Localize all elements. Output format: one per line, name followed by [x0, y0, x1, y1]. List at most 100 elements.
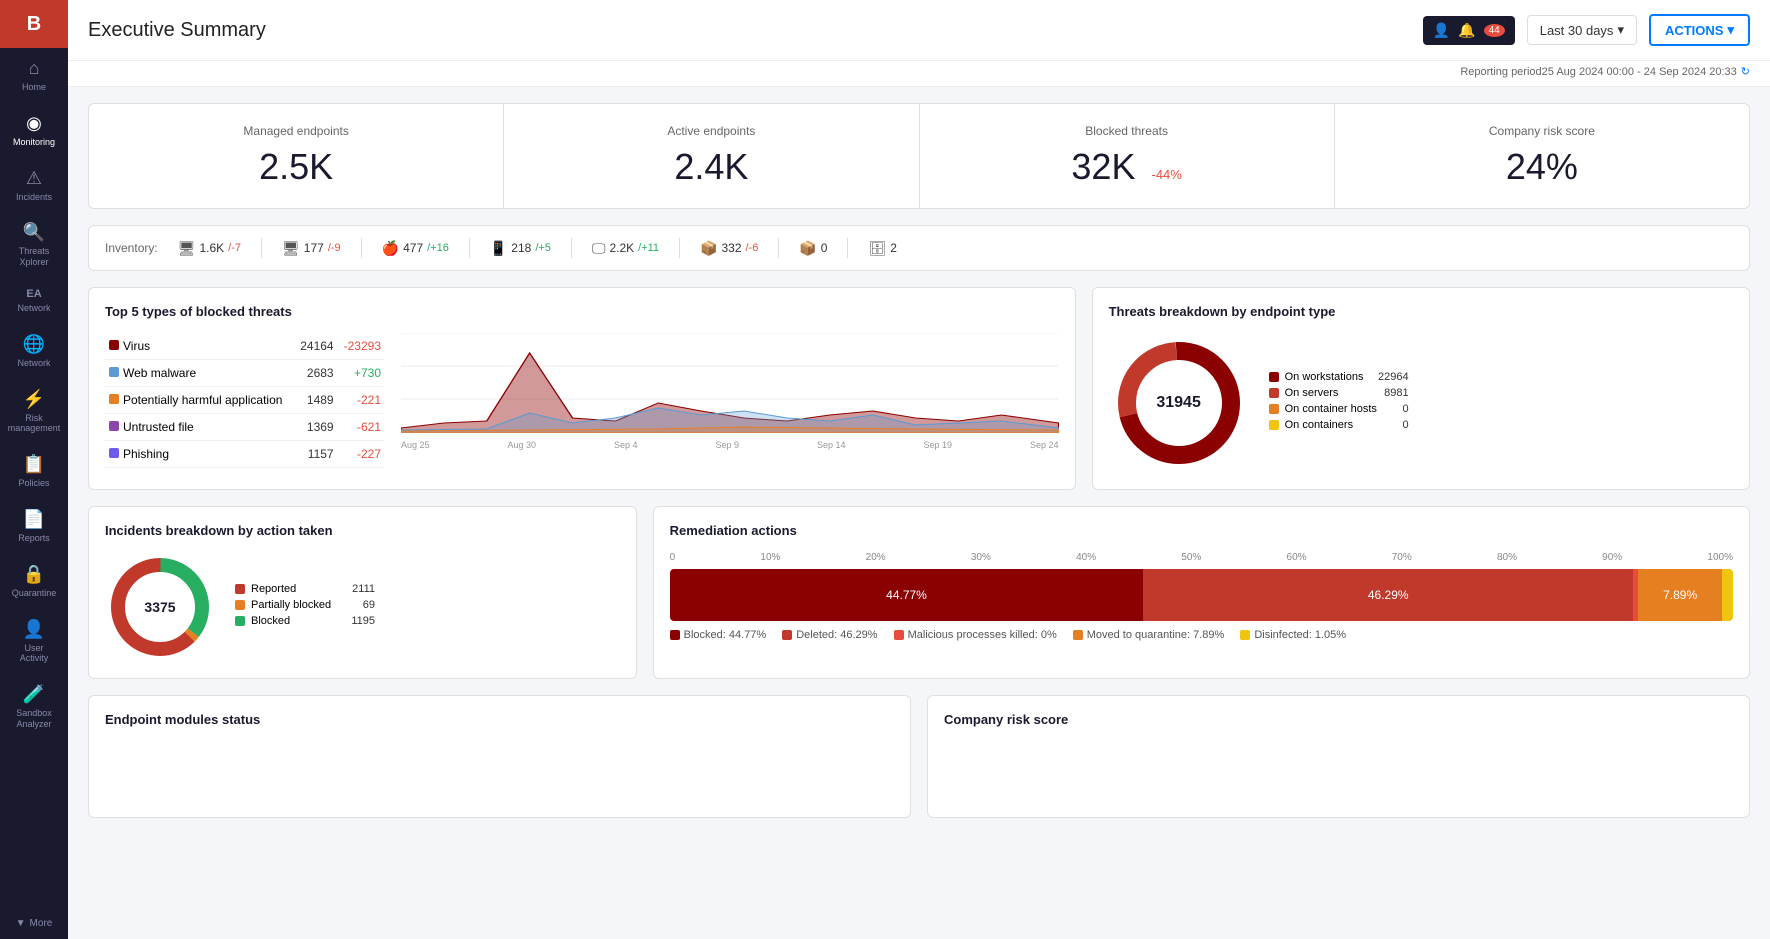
legend-value: 0: [1402, 403, 1408, 415]
legend-left: Reported: [235, 583, 296, 595]
table-row: Potentially harmful application 1489 -22…: [105, 387, 385, 414]
donut-chart: 31945: [1109, 333, 1249, 473]
threat-count: 1489: [294, 387, 337, 414]
sidebar-item-user-activity[interactable]: 👤 UserActivity: [0, 609, 68, 675]
divider: [469, 238, 470, 258]
inv-change: /+16: [427, 242, 449, 254]
sidebar-item-threats-xplorer[interactable]: 🔍 ThreatsXplorer: [0, 212, 68, 278]
color-swatch: [109, 340, 119, 350]
actions-button[interactable]: ACTIONS ▾: [1649, 14, 1750, 46]
sidebar-item-monitoring[interactable]: ◉ Monitoring: [0, 103, 68, 158]
inv-value: 2.2K: [609, 241, 634, 255]
table-row: Untrusted file 1369 -621: [105, 414, 385, 441]
threat-name: Untrusted file: [123, 420, 194, 434]
inv-item-mac: 🍎 477 /+16: [382, 240, 449, 257]
inv-value: 332: [721, 241, 741, 255]
sidebar-item-label: Incidents: [16, 192, 52, 203]
stat-badge: -44%: [1151, 167, 1181, 182]
reporting-period-label: Reporting period: [1460, 66, 1541, 78]
stat-value: 24%: [1355, 146, 1729, 188]
threat-name: Potentially harmful application: [123, 393, 282, 407]
bell-icon[interactable]: 🔔: [1458, 22, 1475, 39]
threats-icon: 🔍: [23, 222, 45, 243]
sidebar-item-label: Network: [17, 358, 50, 369]
page-title: Executive Summary: [88, 19, 266, 42]
inv-item-server: 🖥 177 /-9: [282, 240, 341, 257]
panel-title: Endpoint modules status: [105, 712, 894, 727]
threat-count: 24164: [294, 333, 337, 360]
axis-tick: 50%: [1181, 552, 1201, 563]
legend-label: Deleted: 46.29%: [796, 629, 877, 641]
inv-change: /-6: [746, 242, 759, 254]
color-swatch: [109, 394, 119, 404]
header-icons: 👤 🔔 44: [1423, 16, 1515, 45]
company-risk-content: [944, 741, 1733, 801]
more-button[interactable]: ▼ More: [0, 908, 68, 939]
table-row: Virus 24164 -23293: [105, 333, 385, 360]
axis-label: Aug 25: [401, 440, 430, 450]
reports-icon: 📄: [23, 509, 45, 530]
inv-item-workstation: 🖥 1.6K /-7: [178, 240, 241, 257]
segment-blocked: 44.77%: [670, 569, 1144, 621]
axis-label: Aug 30: [508, 440, 537, 450]
inv-item-mobile: 📱 218 /+5: [490, 240, 551, 257]
sidebar-item-network[interactable]: 🌐 Network: [0, 324, 68, 379]
mac-icon: 🍎: [382, 240, 399, 257]
sidebar-item-quarantine[interactable]: 🔒 Quarantine: [0, 554, 68, 609]
reporting-period-bar: Reporting period 25 Aug 2024 00:00 - 24 …: [68, 61, 1770, 87]
legend-item: On workstations 22964: [1269, 371, 1409, 383]
inv-value: 177: [304, 241, 324, 255]
sidebar-item-label: ThreatsXplorer: [19, 246, 50, 268]
legend-left: On servers: [1269, 387, 1339, 399]
header-right: 👤 🔔 44 Last 30 days ▾ ACTIONS ▾: [1423, 14, 1750, 46]
inv-value: 218: [511, 241, 531, 255]
time-range-selector[interactable]: Last 30 days ▾: [1527, 15, 1637, 45]
legend-label: Malicious processes killed: 0%: [908, 629, 1057, 641]
legend-dot: [1269, 388, 1279, 398]
color-swatch: [109, 421, 119, 431]
stat-active-endpoints: Active endpoints 2.4K: [504, 104, 918, 208]
panel-title: Threats breakdown by endpoint type: [1109, 304, 1733, 319]
sidebar: B ⌂ Home ◉ Monitoring ⚠ Incidents 🔍 Thre…: [0, 0, 68, 939]
inventory-bar: Inventory: 🖥 1.6K /-7 🖥 177 /-9 🍎 477 /+…: [88, 225, 1750, 271]
divider: [847, 238, 848, 258]
inv-value: 477: [403, 241, 423, 255]
network-ea-icon: EA: [26, 288, 41, 300]
home-icon: ⌂: [29, 58, 40, 79]
sidebar-item-reports[interactable]: 📄 Reports: [0, 499, 68, 554]
rack-icon: 🗄: [868, 240, 886, 257]
incidents-legend: Reported 2111 Partially blocked 69: [235, 583, 375, 631]
network-icon: 🌐: [23, 334, 45, 355]
user-icon[interactable]: 👤: [1433, 22, 1450, 39]
sidebar-item-incidents[interactable]: ⚠ Incidents: [0, 158, 68, 213]
legend-label: Partially blocked: [251, 599, 331, 611]
sidebar-item-label: Network: [17, 303, 50, 314]
sidebar-item-sandbox-analyzer[interactable]: 🧪 SandboxAnalyzer: [0, 674, 68, 740]
legend-dot: [235, 616, 245, 626]
donut-wrap: 31945 On workstations 22964: [1109, 333, 1733, 473]
logo-wrap: B: [0, 0, 68, 48]
legend-label: Moved to quarantine: 7.89%: [1087, 629, 1225, 641]
threat-name: Phishing: [123, 447, 169, 461]
app-logo[interactable]: B: [0, 0, 68, 48]
legend-left: Partially blocked: [235, 599, 331, 611]
axis-tick: 90%: [1602, 552, 1622, 563]
axis-label: Sep 9: [716, 440, 740, 450]
sidebar-item-network-ea[interactable]: EA Network: [0, 278, 68, 324]
sidebar-item-policies[interactable]: 📋 Policies: [0, 444, 68, 499]
legend-item: On servers 8981: [1269, 387, 1409, 399]
threats-table: Virus 24164 -23293 Web malware 2683 +730…: [105, 333, 385, 468]
threat-count: 2683: [294, 360, 337, 387]
threats-table-wrap: Virus 24164 -23293 Web malware 2683 +730…: [105, 333, 385, 468]
legend-dot: [235, 600, 245, 610]
threat-change: -227: [338, 441, 385, 468]
monitoring-icon: ◉: [26, 113, 42, 134]
table-row: Phishing 1157 -227: [105, 441, 385, 468]
sidebar-item-label: SandboxAnalyzer: [16, 708, 52, 730]
inventory-label: Inventory:: [105, 241, 158, 255]
remediation-bar-wrap: 0 10% 20% 30% 40% 50% 60% 70% 80% 90% 10…: [670, 552, 1733, 641]
refresh-icon[interactable]: ↻: [1741, 65, 1750, 78]
notification-badge: 44: [1484, 24, 1505, 37]
sidebar-item-home[interactable]: ⌂ Home: [0, 48, 68, 103]
sidebar-item-risk-management[interactable]: ⚡ Riskmanagement: [0, 379, 68, 445]
